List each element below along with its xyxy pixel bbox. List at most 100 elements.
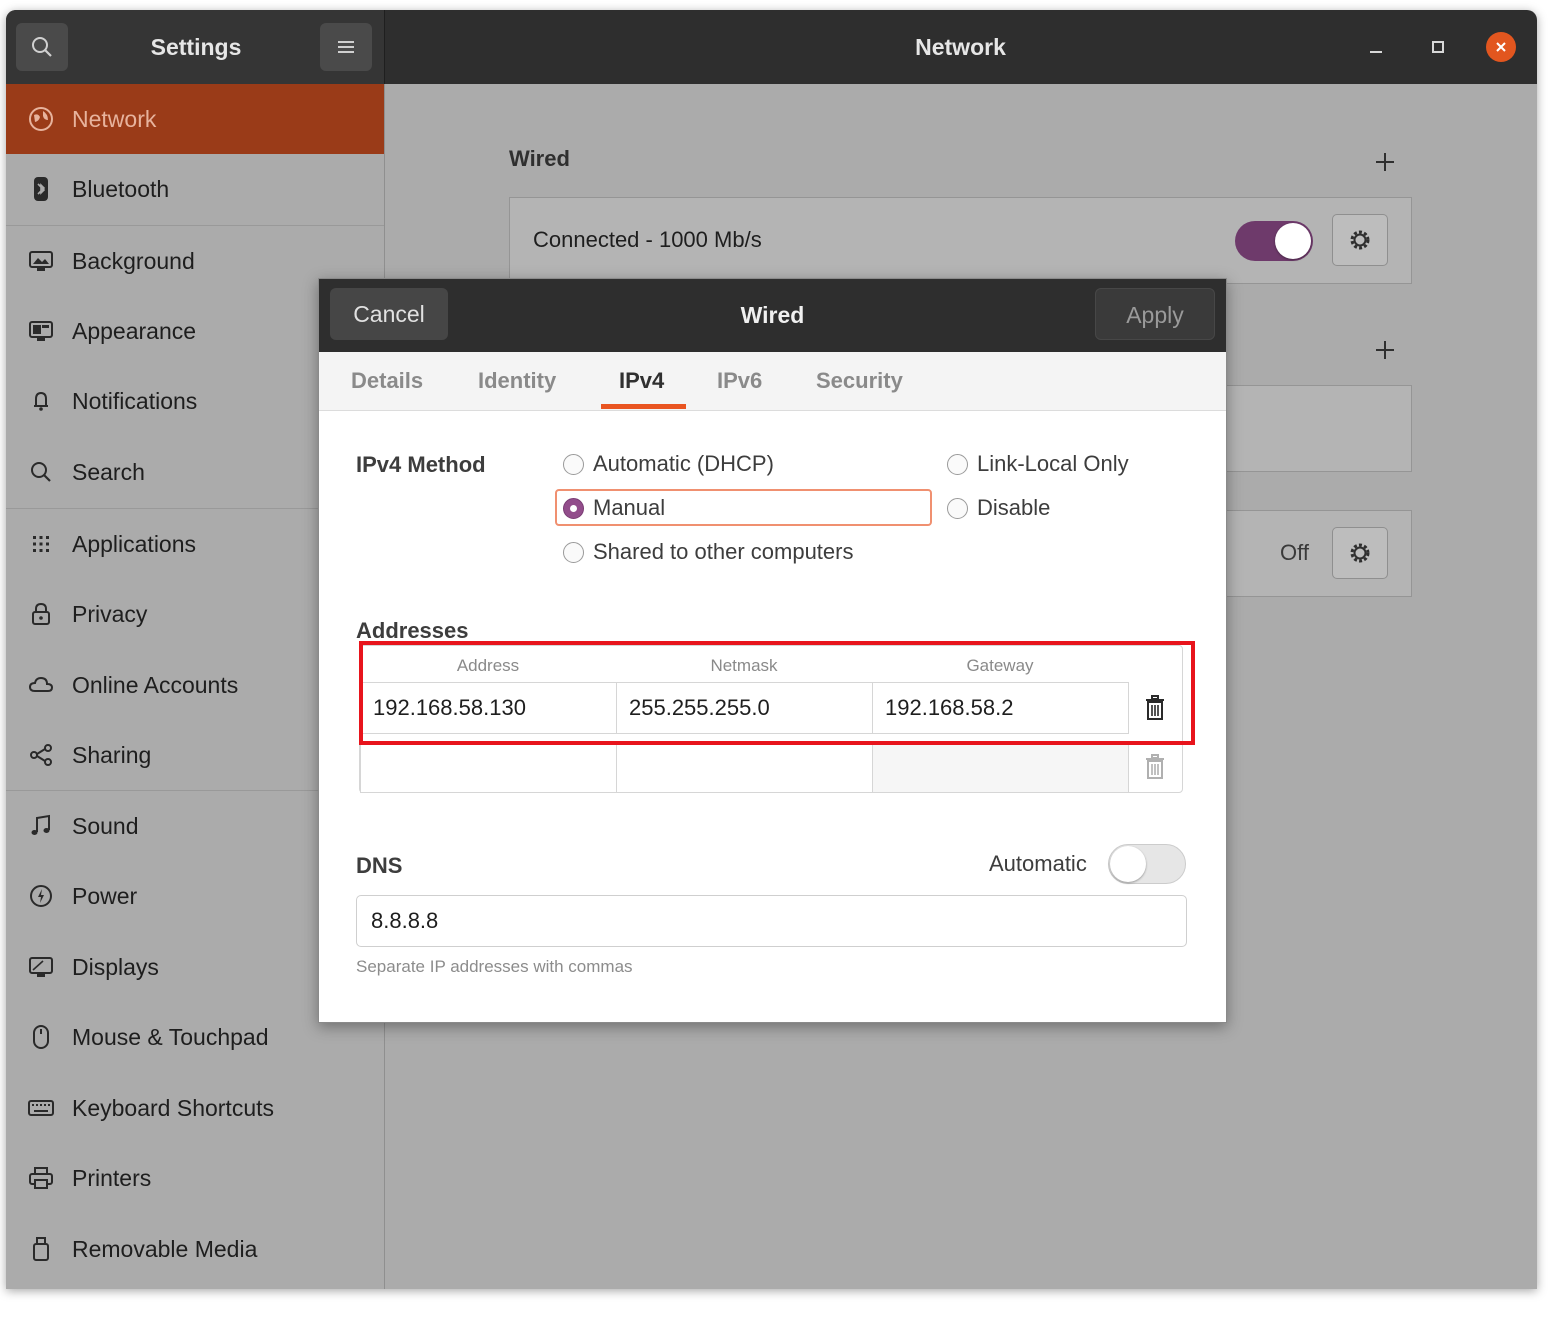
background-icon	[29, 251, 53, 271]
sidebar-item-label: Keyboard Shortcuts	[72, 1094, 275, 1121]
tab-details[interactable]: Details	[351, 352, 423, 410]
dns-input[interactable]: 8.8.8.8	[356, 895, 1187, 947]
toggle-knob	[1275, 223, 1311, 259]
sidebar-item-label: Sound	[72, 812, 139, 839]
radio-link-local[interactable]: Link-Local Only	[947, 448, 1129, 480]
sidebar-item-label: Online Accounts	[72, 671, 239, 698]
wired-status: Connected - 1000 Mb/s	[533, 227, 762, 252]
active-tab-indicator	[601, 404, 686, 409]
minimize-icon	[1370, 51, 1382, 53]
sidebar-item-network[interactable]: Network	[6, 84, 384, 154]
power-icon	[30, 885, 52, 907]
sidebar-title: Settings	[150, 34, 242, 60]
add-wired-button[interactable]	[1374, 151, 1396, 173]
wired-connection-row: Connected - 1000 Mb/s	[509, 197, 1412, 284]
radio-label: Link-Local Only	[977, 451, 1129, 476]
radio-button[interactable]	[563, 541, 584, 563]
wired-toggle[interactable]	[1235, 221, 1313, 261]
maximize-icon	[1432, 41, 1444, 53]
sidebar-item-label: Bluetooth	[72, 175, 170, 202]
address-input-empty[interactable]	[360, 741, 617, 793]
cloud-icon	[28, 676, 54, 692]
dialog-header: Cancel Wired Apply	[319, 279, 1226, 352]
radio-label: Manual	[593, 495, 666, 520]
search-icon	[31, 462, 51, 482]
menu-button[interactable]	[320, 23, 372, 71]
sidebar-item-label: Notifications	[72, 387, 198, 414]
appearance-icon	[29, 321, 53, 341]
dialog-title: Wired	[740, 302, 805, 328]
tab-security[interactable]: Security	[816, 352, 903, 410]
sidebar-item-label: Removable Media	[72, 1235, 258, 1262]
add-vpn-button[interactable]	[1374, 339, 1396, 361]
maximize-button[interactable]	[1423, 32, 1453, 62]
proxy-settings-button[interactable]	[1332, 527, 1388, 579]
usb-icon	[33, 1237, 49, 1261]
tab-ipv4[interactable]: IPv4	[619, 352, 664, 410]
sidebar-item-printers[interactable]: Printers	[6, 1143, 384, 1213]
radio-label: Automatic (DHCP)	[593, 451, 774, 476]
radio-label: Disable	[977, 495, 1051, 520]
sidebar-item-label: Power	[72, 882, 138, 909]
tab-ipv6[interactable]: IPv6	[717, 352, 762, 410]
sidebar-item-label: Background	[72, 247, 195, 274]
radio-button-selected[interactable]	[563, 497, 584, 519]
netmask-input-empty[interactable]	[616, 741, 873, 793]
grid-icon	[33, 536, 49, 552]
network-icon	[29, 107, 53, 131]
radio-button[interactable]	[563, 453, 584, 475]
gear-icon	[1350, 543, 1370, 563]
keyboard-icon	[28, 1100, 54, 1116]
mouse-icon	[33, 1025, 49, 1049]
gear-icon	[1350, 230, 1370, 250]
sidebar-item-bluetooth[interactable]: Bluetooth	[6, 154, 384, 224]
wired-heading: Wired	[509, 146, 570, 171]
sidebar-headerbar: Settings	[6, 10, 385, 84]
headerbar: Settings Network	[6, 10, 1537, 84]
search-button[interactable]	[16, 23, 68, 71]
share-icon	[30, 744, 52, 766]
lock-icon	[32, 602, 50, 625]
radio-disable[interactable]: Disable	[947, 492, 1050, 524]
dns-automatic-label: Automatic	[989, 851, 1087, 876]
highlight-annotation-box	[359, 641, 1195, 745]
cancel-button[interactable]: Cancel	[330, 288, 448, 340]
toggle-knob	[1110, 846, 1146, 882]
off-label: Off	[1280, 540, 1309, 565]
dns-hint: Separate IP addresses with commas	[356, 957, 633, 976]
sidebar-item-label: Displays	[72, 953, 159, 980]
sidebar-item-label: Appearance	[72, 317, 197, 344]
close-button[interactable]	[1486, 32, 1516, 62]
radio-button[interactable]	[947, 497, 968, 519]
gateway-input-empty[interactable]	[872, 741, 1129, 793]
sidebar-item-label: Applications	[72, 530, 197, 557]
radio-button[interactable]	[947, 453, 968, 475]
printer-icon	[29, 1167, 53, 1189]
radio-manual[interactable]: Manual	[563, 492, 665, 524]
radio-automatic-dhcp[interactable]: Automatic (DHCP)	[563, 448, 774, 480]
sidebar-item-keyboard-shortcuts[interactable]: Keyboard Shortcuts	[6, 1073, 384, 1143]
hamburger-icon	[338, 41, 354, 53]
sidebar-item-label: Mouse & Touchpad	[72, 1023, 269, 1050]
trash-icon[interactable]	[1144, 754, 1166, 780]
ipv4-method-label: IPv4 Method	[356, 452, 486, 477]
wired-dialog: Cancel Wired Apply Details Identity IPv4…	[318, 278, 1227, 1023]
tab-identity[interactable]: Identity	[478, 352, 556, 410]
radio-shared[interactable]: Shared to other computers	[563, 536, 853, 568]
sidebar-item-label: Privacy	[72, 600, 148, 627]
search-icon	[32, 37, 52, 57]
tab-bar: Details Identity IPv4 IPv6 Security	[319, 352, 1226, 411]
sidebar-item-label: Sharing	[72, 741, 152, 768]
minimize-button[interactable]	[1361, 32, 1391, 62]
bluetooth-icon	[34, 177, 48, 201]
sidebar-item-label: Network	[72, 105, 157, 132]
sidebar-item-label: Printers	[72, 1164, 152, 1191]
radio-label: Shared to other computers	[593, 539, 854, 564]
music-icon	[31, 814, 50, 835]
dns-automatic-toggle[interactable]	[1108, 844, 1186, 884]
apply-button[interactable]: Apply	[1095, 288, 1215, 340]
sidebar-item-label: Search	[72, 458, 145, 485]
sidebar-item-removable-media[interactable]: Removable Media	[6, 1214, 384, 1284]
wired-settings-button[interactable]	[1332, 214, 1388, 266]
bell-icon	[34, 391, 48, 411]
